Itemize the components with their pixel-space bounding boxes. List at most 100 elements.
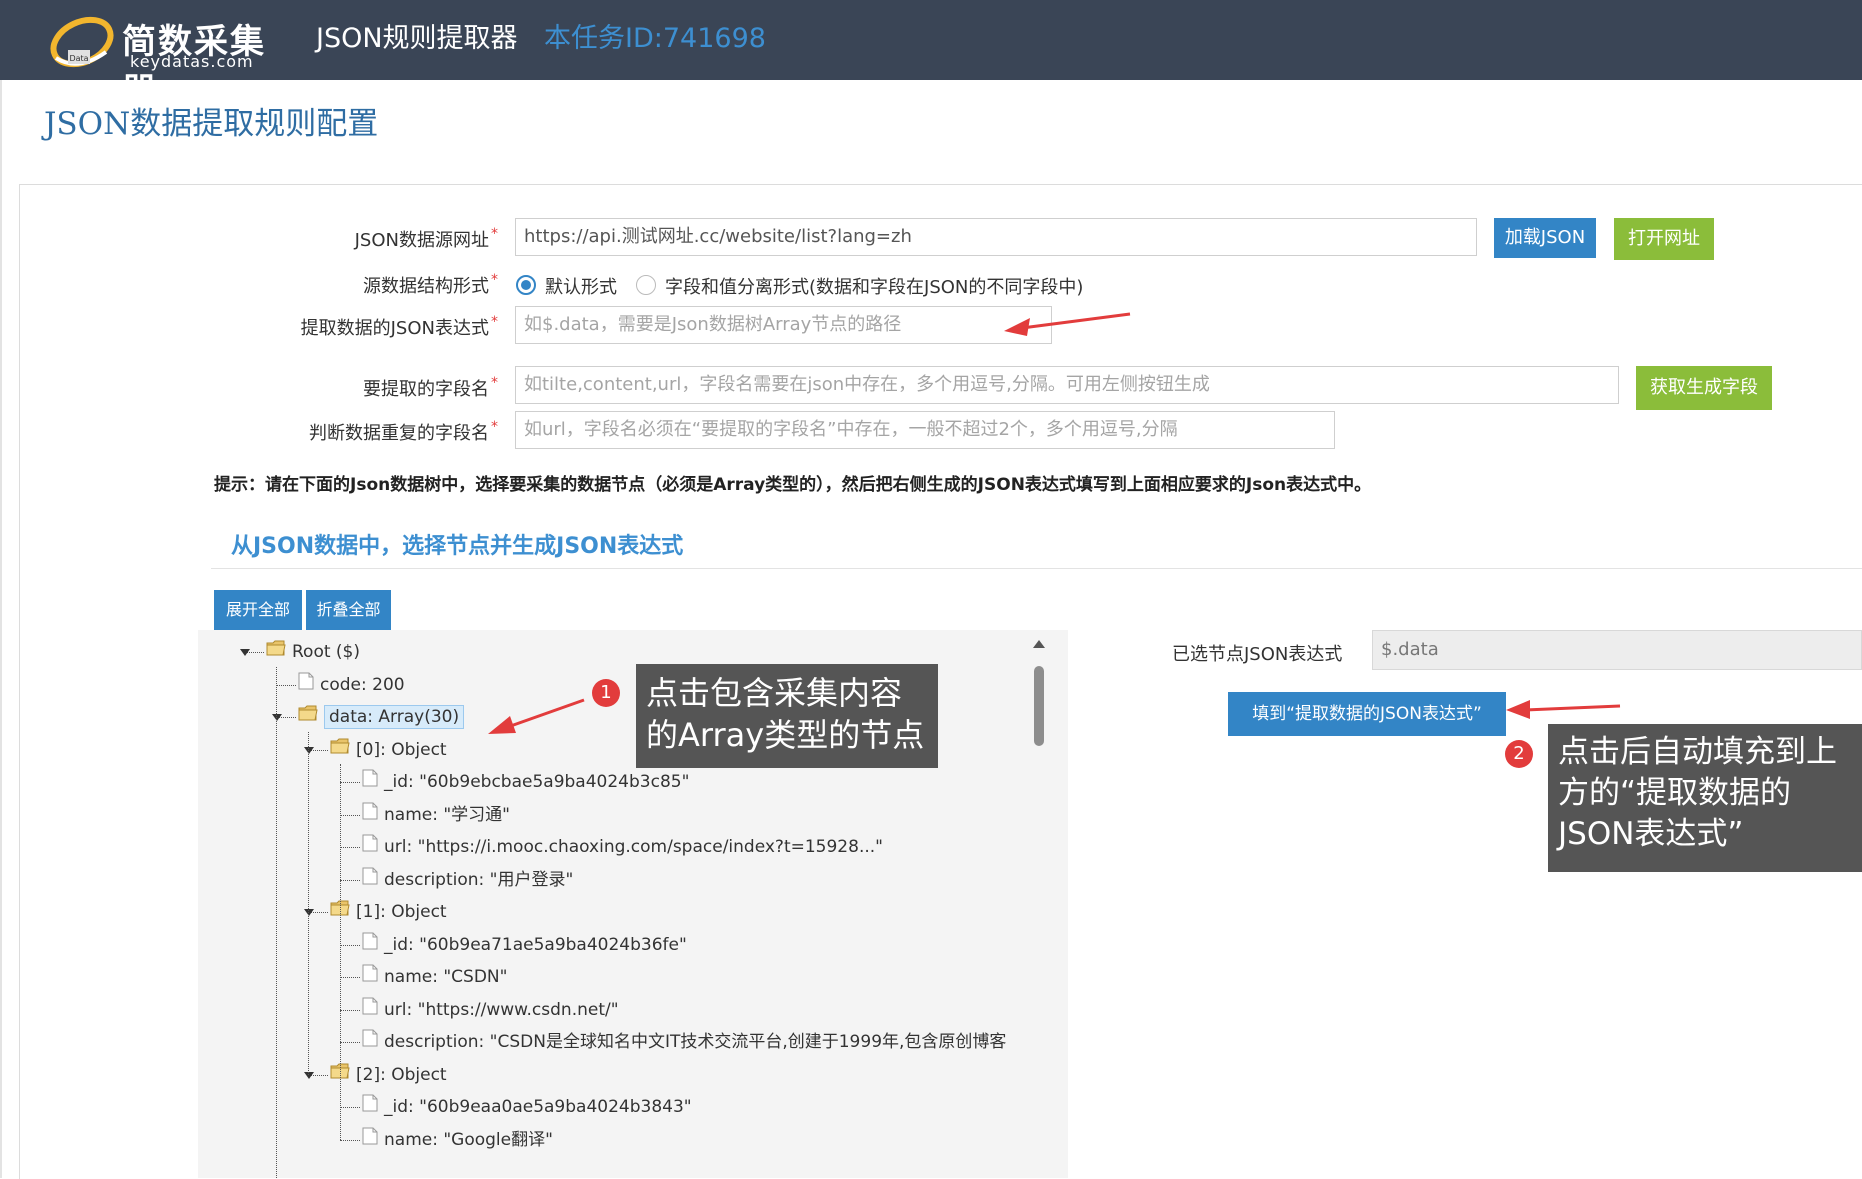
fields-input[interactable]: 如tilte,content,url，字段名需要在json中存在，多个用逗号,分… xyxy=(515,366,1619,404)
tree-node-label[interactable]: code: 200 xyxy=(320,675,405,695)
file-icon xyxy=(362,833,378,861)
source-url-label: JSON数据源网址 * xyxy=(354,226,498,251)
tree-node-label[interactable]: [2]: Object xyxy=(356,1065,447,1085)
generate-fields-button[interactable]: 获取生成字段 xyxy=(1636,366,1772,410)
file-icon xyxy=(298,671,314,699)
task-id: 本任务ID:741698 xyxy=(544,23,766,54)
tree-leaf-node[interactable]: name: "Google翻译" xyxy=(362,1126,553,1154)
step-2-badge: 2 xyxy=(1505,740,1533,768)
logo[interactable]: Data 简数采集器 keydatas.com xyxy=(48,8,288,111)
tree-node-label[interactable]: _id: "60b9eaa0ae5a9ba4024b3843" xyxy=(384,1097,692,1117)
tree-node-label[interactable]: data: Array(30) xyxy=(324,705,465,729)
fill-expression-button[interactable]: 填到“提取数据的JSON表达式” xyxy=(1228,692,1506,736)
section-title: 从JSON数据中，选择节点并生成JSON表达式 xyxy=(231,534,684,559)
section-divider xyxy=(211,568,1862,569)
tree-node-label[interactable]: [0]: Object xyxy=(356,740,447,760)
tree-connector xyxy=(340,782,360,783)
tree-connector xyxy=(340,814,360,816)
logo-domain: keydatas.com xyxy=(130,52,254,71)
tree-leaf-node[interactable]: description: "用户登录" xyxy=(362,866,573,894)
page-left-border xyxy=(0,80,2,1178)
expand-all-button[interactable]: 展开全部 xyxy=(214,590,302,630)
tree-connector xyxy=(340,1107,360,1108)
dedupe-label: 判断数据重复的字段名 * xyxy=(309,419,498,444)
app-title: JSON规则提取器 xyxy=(316,23,518,54)
tree-folder-node[interactable]: [0]: Object xyxy=(330,736,447,764)
tree-folder-node[interactable]: Root ($) xyxy=(266,638,360,666)
tree-node-label[interactable]: url: "https://www.csdn.net/" xyxy=(384,1000,619,1020)
tree-node-label[interactable]: name: "Google翻译" xyxy=(384,1130,553,1150)
tree-node-label[interactable]: Root ($) xyxy=(292,642,360,662)
tree-node-label[interactable]: name: "CSDN" xyxy=(384,967,507,987)
tree-leaf-node[interactable]: code: 200 xyxy=(298,671,405,699)
file-icon xyxy=(362,1028,378,1056)
file-icon xyxy=(362,801,378,829)
file-icon xyxy=(362,1093,378,1121)
folder-icon xyxy=(266,638,286,666)
load-json-button[interactable]: 加载JSON xyxy=(1494,218,1596,258)
file-icon xyxy=(362,996,378,1024)
tree-node-label[interactable]: url: "https://i.mooc.chaoxing.com/space/… xyxy=(384,837,883,857)
radio-default-format-label[interactable]: 默认形式 xyxy=(545,273,617,299)
collapse-all-button[interactable]: 折叠全部 xyxy=(306,590,391,630)
tree-leaf-node[interactable]: url: "https://i.mooc.chaoxing.com/space/… xyxy=(362,833,883,861)
radio-separated-format-label[interactable]: 字段和值分离形式(数据和字段在JSON的不同字段中) xyxy=(665,273,1083,299)
tree-folder-node[interactable]: data: Array(30) xyxy=(298,703,465,731)
top-header: Data 简数采集器 keydatas.com JSON规则提取器 本任务ID:… xyxy=(0,0,1862,111)
tree-guide-line xyxy=(276,666,277,1178)
tree-guide-line xyxy=(308,731,309,1075)
tree-connector xyxy=(340,944,360,946)
file-icon xyxy=(362,1126,378,1154)
step-1-badge: 1 xyxy=(592,679,620,707)
tree-node-label[interactable]: _id: "60b9ebcbae5a9ba4024b3c85" xyxy=(384,772,689,792)
tree-leaf-node[interactable]: url: "https://www.csdn.net/" xyxy=(362,996,619,1024)
structure-label: 源数据结构形式 * xyxy=(363,272,498,297)
tree-leaf-node[interactable]: _id: "60b9ebcbae5a9ba4024b3c85" xyxy=(362,768,689,796)
tree-leaf-node[interactable]: _id: "60b9ea71ae5a9ba4024b36fe" xyxy=(362,931,687,959)
svg-text:Data: Data xyxy=(69,54,88,63)
tree-connector xyxy=(340,847,360,848)
tree-node-label[interactable]: name: "学习通" xyxy=(384,805,510,825)
tip-text: 提示：请在下面的Json数据树中，选择要采集的数据节点（必须是Array类型的）… xyxy=(214,475,1372,495)
folder-icon xyxy=(330,736,350,764)
tree-leaf-node[interactable]: name: "学习通" xyxy=(362,801,510,829)
tree-node-label[interactable]: _id: "60b9ea71ae5a9ba4024b36fe" xyxy=(384,935,687,955)
step-1-callout: 点击包含采集内容的Array类型的节点 xyxy=(636,664,938,768)
tree-connector xyxy=(340,977,360,978)
folder-icon xyxy=(298,703,318,731)
tree-leaf-node[interactable]: name: "CSDN" xyxy=(362,963,507,991)
open-url-button[interactable]: 打开网址 xyxy=(1614,218,1714,260)
expand-toggle-icon[interactable] xyxy=(304,1071,314,1079)
page-title: JSON数据提取规则配置 xyxy=(44,106,379,142)
scroll-up-arrow-icon[interactable] xyxy=(1033,640,1045,648)
expand-toggle-icon[interactable] xyxy=(240,649,250,656)
file-icon xyxy=(362,768,378,796)
tree-connector xyxy=(340,1139,360,1141)
tree-node-label[interactable]: description: "CSDN是全球知名中文IT技术交流平台,创建于199… xyxy=(384,1032,1006,1052)
tree-node-label[interactable]: description: "用户登录" xyxy=(384,870,573,890)
tree-scrollbar[interactable] xyxy=(1028,630,1050,1178)
tree-leaf-node[interactable]: description: "CSDN是全球知名中文IT技术交流平台,创建于199… xyxy=(362,1028,1006,1056)
expand-toggle-icon[interactable] xyxy=(272,714,282,721)
scroll-thumb[interactable] xyxy=(1034,666,1044,746)
expand-toggle-icon[interactable] xyxy=(304,909,314,916)
tree-connector xyxy=(340,1042,360,1043)
dedupe-input[interactable]: 如url，字段名必须在“要提取的字段名”中存在，一般不超过2个，多个用逗号,分隔 xyxy=(515,411,1335,449)
selected-expr-input[interactable]: $.data xyxy=(1372,630,1862,670)
json-expr-input[interactable]: 如$.data，需要是Json数据树Array节点的路径 xyxy=(515,306,1052,344)
tree-connector xyxy=(340,1009,360,1011)
radio-default-format[interactable] xyxy=(516,275,536,295)
step-2-callout: 点击后自动填充到上方的“提取数据的JSON表达式” xyxy=(1548,724,1862,872)
tree-folder-node[interactable]: [1]: Object xyxy=(330,898,447,926)
tree-connector xyxy=(276,684,296,686)
expand-toggle-icon[interactable] xyxy=(304,746,314,754)
json-expr-label: 提取数据的JSON表达式 * xyxy=(300,314,498,339)
radio-separated-format[interactable] xyxy=(636,275,656,295)
tree-node-label[interactable]: [1]: Object xyxy=(356,902,447,922)
tree-folder-node[interactable]: [2]: Object xyxy=(330,1061,447,1089)
tree-connector xyxy=(340,879,360,881)
file-icon xyxy=(362,931,378,959)
source-url-input[interactable]: https://api.测试网址.cc/website/list?lang=zh xyxy=(515,218,1477,256)
tree-leaf-node[interactable]: _id: "60b9eaa0ae5a9ba4024b3843" xyxy=(362,1093,692,1121)
selected-expr-label: 已选节点JSON表达式 xyxy=(1172,644,1343,665)
